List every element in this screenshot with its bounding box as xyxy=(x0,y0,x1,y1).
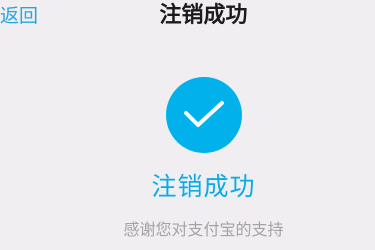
success-title: 注销成功 xyxy=(151,172,256,201)
checkmark-icon xyxy=(166,77,242,153)
page-title: 注销成功 xyxy=(159,3,248,28)
nav-bar: 返回 注销成功 xyxy=(0,0,375,36)
success-subtitle: 感谢您对支付宝的支持 xyxy=(123,220,284,239)
